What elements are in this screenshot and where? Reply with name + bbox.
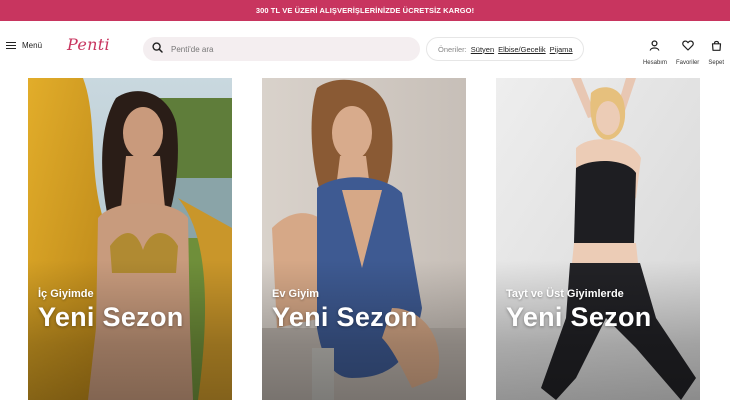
bag-icon [711,38,722,56]
card-subtitle: Tayt ve Üst Giyimlerde [506,288,624,300]
heart-icon [681,38,694,56]
cart-label: Sepet [708,60,724,66]
card-title: Yeni Sezon [38,302,184,332]
suggestion-pijama[interactable]: Pijama [550,45,573,54]
card-title: Yeni Sezon [506,302,652,332]
search-bar[interactable] [143,37,420,61]
campaign-card-ic-giyim[interactable]: İç Giyimde Yeni Sezon [28,78,232,400]
suggestion-elbise-gecelik[interactable]: Elbise/Gecelik [498,45,546,54]
cart-button[interactable]: Sepet [708,38,724,66]
search-input[interactable] [171,44,401,54]
hamburger-icon [6,41,16,50]
card-subtitle: Ev Giyim [272,288,320,300]
menu-label: Menü [22,41,43,50]
card-title: Yeni Sezon [272,302,418,332]
suggestion-sutyen[interactable]: Sütyen [471,45,494,54]
site-header: Menü Penti Öneriler: Sütyen Elbise/Gecel… [0,21,730,77]
suggestions-label: Öneriler: [438,44,467,54]
favorites-button[interactable]: Favoriler [676,38,699,66]
search-suggestions: Öneriler: Sütyen Elbise/Gecelik Pijama [426,37,584,61]
search-icon[interactable] [152,40,163,58]
favorites-label: Favoriler [675,60,700,66]
account-button[interactable]: Hesabım [643,38,667,66]
menu-button[interactable]: Menü [6,41,42,50]
header-actions: Hesabım Favoriler Sepet [643,38,724,66]
card-subtitle: İç Giyimde [38,288,94,300]
account-label: Hesabım [642,60,667,66]
campaign-card-ev-giyim[interactable]: Ev Giyim Yeni Sezon [262,78,466,400]
campaign-card-tayt[interactable]: Tayt ve Üst Giyimlerde Yeni Sezon [496,78,700,400]
campaign-cards: İç Giyimde Yeni Sezon Ev Giyim Yeni Sezo… [0,78,730,402]
promo-text: 300 TL VE ÜZERİ ALIŞVERİŞLERİNİZDE ÜCRET… [255,6,475,15]
user-icon [649,38,660,56]
logo[interactable]: Penti [67,35,110,54]
promo-banner: 300 TL VE ÜZERİ ALIŞVERİŞLERİNİZDE ÜCRET… [0,0,730,21]
